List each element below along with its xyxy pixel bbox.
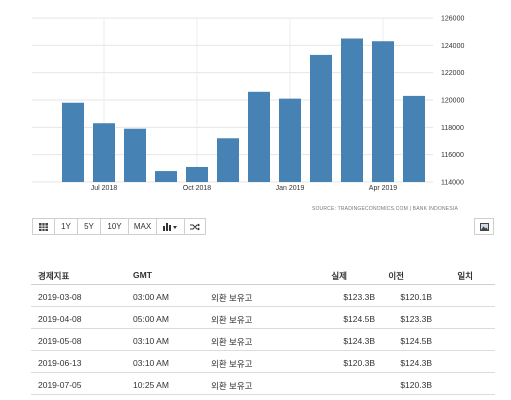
bar (186, 166, 208, 182)
row-indicator-link[interactable]: 외환 보유고 (211, 380, 252, 392)
row-previous: $120.1B (400, 292, 432, 302)
row-indicator-link[interactable]: 외환 보유고 (211, 336, 252, 348)
y-tick-label: 120000 (441, 98, 464, 105)
bar (217, 138, 239, 182)
bar (248, 91, 270, 182)
row-date: 2019-07-05 (38, 380, 82, 390)
bar (310, 54, 332, 182)
data-table: 경제지표 GMT 실제 이전 일치 2019-03-08 03:00 AM 외환… (31, 263, 495, 395)
bar-chart: 114000 116000 118000 120000 122000 124000 1260… (32, 16, 464, 212)
table-row: 2019-07-05 10:25 AM 외환 보유고 $120.3B (31, 373, 495, 395)
y-tick-label: 126000 (441, 16, 464, 23)
y-tick-label: 124000 (441, 43, 464, 50)
header-indicator: 경제지표 (38, 271, 70, 281)
bar (403, 95, 425, 182)
row-previous: $124.3B (400, 358, 432, 368)
range-5y-button[interactable]: 5Y (77, 218, 100, 235)
bar (155, 171, 177, 182)
row-time: 03:00 AM (133, 292, 169, 302)
row-previous: $120.3B (400, 380, 432, 390)
row-actual: $124.5B (343, 314, 375, 324)
table-row: 2019-05-08 03:10 AM 외환 보유고 $124.3B $124.… (31, 329, 495, 351)
row-indicator-link[interactable]: 외환 보유고 (211, 358, 252, 370)
x-tick-label: Jan 2019 (276, 185, 305, 192)
row-time: 03:10 AM (133, 358, 169, 368)
shuffle-icon (190, 223, 200, 230)
header-previous: 이전 (388, 271, 404, 281)
row-previous: $123.3B (400, 314, 432, 324)
x-tick-label: Apr 2019 (369, 185, 398, 192)
range-10y-button[interactable]: 10Y (100, 218, 128, 235)
table-header: 경제지표 GMT 실제 이전 일치 (31, 263, 495, 285)
y-tick-label: 116000 (441, 152, 464, 159)
table-row: 2019-03-08 03:00 AM 외환 보유고 $123.3B $120.… (31, 285, 495, 307)
table-row: 2019-06-13 03:10 AM 외환 보유고 $120.3B $124.… (31, 351, 495, 373)
x-tick-label: Oct 2018 (183, 185, 212, 192)
range-max-button[interactable]: MAX (128, 218, 156, 235)
row-date: 2019-03-08 (38, 292, 82, 302)
y-tick-label: 118000 (441, 125, 464, 132)
bar-chart-dropdown-icon (162, 222, 177, 231)
row-time: 03:10 AM (133, 336, 169, 346)
bar (62, 102, 84, 182)
row-time: 10:25 AM (133, 380, 169, 390)
chart-toolbar: 1Y 5Y 10Y MAX (32, 218, 206, 235)
x-tick-label: Jul 2018 (91, 185, 118, 192)
bar (279, 98, 301, 182)
row-date: 2019-05-08 (38, 336, 82, 346)
image-icon (479, 222, 489, 231)
header-gmt: GMT (133, 270, 152, 280)
row-date: 2019-04-08 (38, 314, 82, 324)
download-image-button[interactable] (474, 218, 494, 235)
chart-type-button[interactable] (156, 218, 184, 235)
row-indicator-link[interactable]: 외환 보유고 (211, 314, 252, 326)
range-1y-button[interactable]: 1Y (54, 218, 77, 235)
row-time: 05:00 AM (133, 314, 169, 324)
y-tick-label: 114000 (441, 180, 464, 187)
row-previous: $124.5B (400, 336, 432, 346)
row-date: 2019-06-13 (38, 358, 82, 368)
table-row: 2019-04-08 05:00 AM 외환 보유고 $124.5B $123.… (31, 307, 495, 329)
compare-button[interactable] (184, 218, 206, 235)
row-indicator-link[interactable]: 외환 보유고 (211, 292, 252, 304)
table-icon (39, 222, 48, 231)
row-actual: $120.3B (343, 358, 375, 368)
header-actual: 실제 (331, 271, 347, 281)
bar (341, 38, 363, 182)
header-consensus: 일치 (457, 271, 473, 281)
bar (93, 123, 115, 182)
row-actual: $123.3B (343, 292, 375, 302)
y-tick-label: 122000 (441, 70, 464, 77)
bar (372, 41, 394, 182)
table-view-button[interactable] (32, 218, 54, 235)
row-actual: $124.3B (343, 336, 375, 346)
bar (124, 128, 146, 182)
chart-source: SOURCE: TRADINGECONOMICS.COM | BANK INDO… (312, 206, 459, 212)
